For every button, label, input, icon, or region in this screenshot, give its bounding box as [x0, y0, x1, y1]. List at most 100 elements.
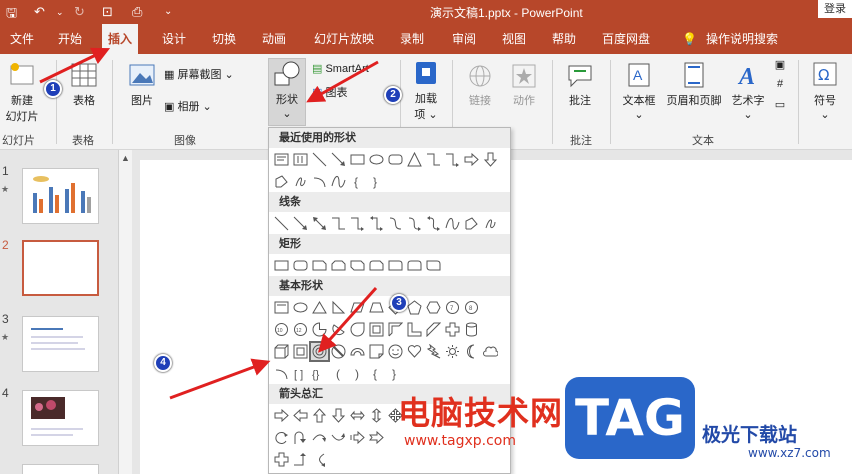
pie-shape-icon[interactable]: [311, 321, 328, 338]
right-bracket-shape-icon[interactable]: ): [349, 365, 366, 382]
addins-button[interactable]: 加载 项 ⌄: [408, 60, 444, 122]
link-button[interactable]: 链接: [462, 62, 498, 108]
new-slide-button[interactable]: 新建 幻灯片: [2, 60, 42, 124]
diagonal-stripe-shape-icon[interactable]: [425, 321, 442, 338]
curved-arrow-connector-shape-icon[interactable]: [406, 215, 423, 232]
tab-record[interactable]: 录制: [394, 24, 430, 54]
thumbnail-scrollbar[interactable]: ▲: [118, 150, 132, 474]
login-button[interactable]: 登录: [818, 0, 852, 18]
scribble-shape-icon[interactable]: [482, 215, 499, 232]
rectangle-shape-icon[interactable]: [349, 151, 366, 168]
elbow-arrow-connector-shape-icon[interactable]: [349, 215, 366, 232]
right-brace-shape-icon[interactable]: }: [368, 173, 385, 190]
cross-arrow-shape-icon[interactable]: [273, 451, 290, 468]
present-from-start-icon[interactable]: ⊡: [102, 4, 113, 20]
decagon-shape-icon[interactable]: 10: [273, 321, 290, 338]
arc-shape-icon[interactable]: [311, 173, 328, 190]
arrow-line-shape-icon[interactable]: [292, 215, 309, 232]
header-footer-button[interactable]: 页眉和页脚: [662, 60, 726, 108]
scribble-shape-icon[interactable]: [292, 173, 309, 190]
curve-shape-icon[interactable]: [444, 215, 461, 232]
customize-toolbar-icon[interactable]: ⌄: [164, 6, 172, 17]
double-brace-shape-icon[interactable]: {}: [311, 365, 328, 382]
curved-double-arrow-connector-shape-icon[interactable]: [425, 215, 442, 232]
elbow-double-arrow-connector-shape-icon[interactable]: [368, 215, 385, 232]
tab-baidu-netdisk[interactable]: 百度网盘: [596, 24, 656, 54]
smartart-button[interactable]: ▤ SmartArt: [312, 62, 388, 75]
trapezoid-shape-icon[interactable]: [368, 299, 385, 316]
right-arrow-shape-icon[interactable]: [463, 151, 480, 168]
triangle-shape-icon[interactable]: [311, 299, 328, 316]
tab-insert[interactable]: 插入: [102, 24, 139, 54]
save-icon[interactable]: 🖫: [6, 4, 17, 26]
line-shape-icon[interactable]: [273, 215, 290, 232]
left-bracket-shape-icon[interactable]: (: [330, 365, 347, 382]
tab-slideshow[interactable]: 幻灯片放映: [308, 24, 380, 54]
tab-design[interactable]: 设计: [156, 24, 192, 54]
up-arrow-shape-icon[interactable]: [311, 407, 328, 424]
undo-icon[interactable]: ↶: [34, 4, 45, 20]
striped-right-arrow-shape-icon[interactable]: [349, 429, 366, 446]
l-shape-icon[interactable]: [406, 321, 423, 338]
curved-up-arrow-shape-icon[interactable]: [330, 429, 347, 446]
snip-diagonal-rectangle-shape-icon[interactable]: [349, 257, 366, 274]
oval-shape-icon[interactable]: [292, 299, 309, 316]
shapes-button[interactable]: 形状 ⌄: [268, 58, 306, 126]
bent-up-arrow-shape-icon[interactable]: [292, 451, 309, 468]
slide-thumbnail-3[interactable]: [22, 316, 99, 372]
freeform-shape-icon[interactable]: [463, 215, 480, 232]
notched-right-arrow-shape-icon[interactable]: [368, 429, 385, 446]
scroll-up-icon[interactable]: ▲: [121, 153, 130, 163]
tab-help[interactable]: 帮助: [546, 24, 582, 54]
dodecagon-shape-icon[interactable]: 12: [292, 321, 309, 338]
object-icon[interactable]: ▭: [770, 98, 790, 111]
slide-number-icon[interactable]: #: [770, 78, 790, 90]
slide-thumbnail-4[interactable]: [22, 390, 99, 446]
down-arrow-shape-icon[interactable]: [330, 407, 347, 424]
u-turn-arrow-shape-icon[interactable]: [292, 429, 309, 446]
round-same-side-rectangle-shape-icon[interactable]: [406, 257, 423, 274]
right-triangle-shape-icon[interactable]: [330, 299, 347, 316]
teardrop-shape-icon[interactable]: [349, 321, 366, 338]
triangle-shape-icon[interactable]: [406, 151, 423, 168]
elbow-arrow-connector-shape-icon[interactable]: [444, 151, 461, 168]
moon-shape-icon[interactable]: [463, 343, 480, 360]
arc-shape-icon[interactable]: [273, 365, 290, 382]
heart-shape-icon[interactable]: [406, 343, 423, 360]
chord-shape-icon[interactable]: [330, 321, 347, 338]
bevel-shape-icon[interactable]: [292, 343, 309, 360]
table-button[interactable]: 表格: [62, 60, 106, 108]
sun-shape-icon[interactable]: [444, 343, 461, 360]
comment-button[interactable]: 批注: [562, 60, 598, 108]
snip-round-rectangle-shape-icon[interactable]: [368, 257, 385, 274]
oval-shape-icon[interactable]: [368, 151, 385, 168]
up-down-arrow-shape-icon[interactable]: [368, 407, 385, 424]
picture-button[interactable]: 图片: [124, 60, 160, 108]
half-frame-shape-icon[interactable]: [387, 321, 404, 338]
text-box-shape-icon[interactable]: [273, 299, 290, 316]
smiley-face-shape-icon[interactable]: [387, 343, 404, 360]
double-bracket-shape-icon[interactable]: [ ]: [292, 365, 309, 382]
curved-down-arrow-shape-icon[interactable]: [311, 429, 328, 446]
right-arrow-shape-icon[interactable]: [273, 407, 290, 424]
symbol-button[interactable]: Ω 符号 ⌄: [806, 60, 844, 121]
line-shape-icon[interactable]: [311, 151, 328, 168]
snip-same-side-rectangle-shape-icon[interactable]: [330, 257, 347, 274]
left-arrow-shape-icon[interactable]: [292, 407, 309, 424]
parallelogram-shape-icon[interactable]: [349, 299, 366, 316]
can-shape-icon[interactable]: [463, 321, 480, 338]
wordart-button[interactable]: A 艺术字 ⌄: [728, 60, 768, 121]
lightning-bolt-shape-icon[interactable]: [425, 343, 442, 360]
action-button[interactable]: 动作: [506, 62, 542, 108]
date-time-icon[interactable]: ▣: [770, 58, 790, 71]
plus-shape-icon[interactable]: [444, 321, 461, 338]
left-right-arrow-shape-icon[interactable]: [349, 407, 366, 424]
no-symbol-shape-icon[interactable]: [330, 343, 347, 360]
elbow-connector-shape-icon[interactable]: [330, 215, 347, 232]
octagon-shape-icon[interactable]: 8: [463, 299, 480, 316]
textbox-button[interactable]: A 文本框 ⌄: [618, 60, 660, 121]
curved-connector-shape-icon[interactable]: [387, 215, 404, 232]
curved-left-arrow-shape-icon[interactable]: [311, 451, 328, 468]
right-brace-shape-icon[interactable]: }: [387, 365, 404, 382]
curve-shape-icon[interactable]: [330, 173, 347, 190]
